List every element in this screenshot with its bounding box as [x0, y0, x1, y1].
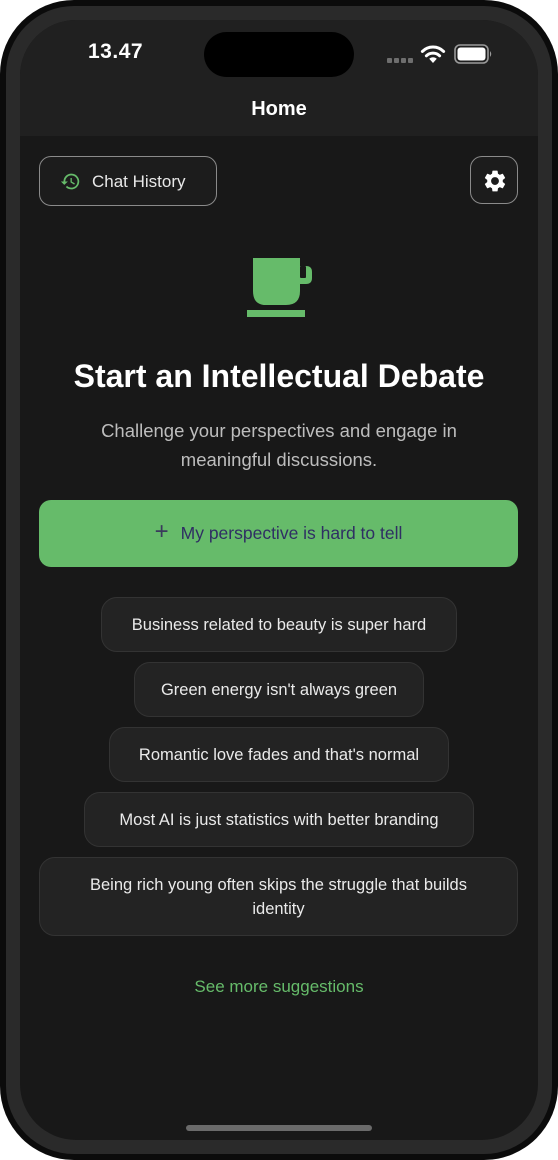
- home-indicator[interactable]: [186, 1125, 372, 1131]
- history-icon: [60, 173, 80, 190]
- suggestion-chip[interactable]: Most AI is just statistics with better b…: [84, 792, 474, 847]
- new-debate-button[interactable]: + My perspective is hard to tell: [39, 500, 518, 567]
- header: 13.47 Home: [20, 20, 538, 136]
- see-more-link[interactable]: See more suggestions: [20, 977, 538, 997]
- suggestion-chip[interactable]: Business related to beauty is super hard: [101, 597, 457, 652]
- chat-history-button[interactable]: Chat History: [39, 156, 217, 206]
- status-time: 13.47: [88, 40, 144, 63]
- coffee-cup-icon: [247, 258, 312, 317]
- dynamic-island: [204, 32, 354, 77]
- signal-icon: [387, 58, 415, 64]
- suggestion-chip[interactable]: Romantic love fades and that's normal: [109, 727, 449, 782]
- suggestion-chip[interactable]: Green energy isn't always green: [134, 662, 424, 717]
- app-screen: 13.47 Home Chat History Start an Intelle…: [20, 20, 538, 1140]
- new-debate-label: My perspective is hard to tell: [180, 523, 403, 543]
- page-title: Home: [251, 98, 307, 120]
- hero-title: Start an Intellectual Debate: [73, 358, 485, 394]
- hero-subtitle: Challenge your perspectives and engage i…: [101, 420, 457, 470]
- chat-history-label: Chat History: [92, 172, 186, 191]
- battery-icon: [454, 44, 492, 64]
- settings-button[interactable]: [470, 156, 518, 204]
- plus-icon: +: [154, 518, 169, 545]
- suggestion-chip[interactable]: Being rich young often skips the struggl…: [39, 857, 518, 936]
- gear-icon: [484, 170, 506, 192]
- wifi-icon: [420, 45, 446, 63]
